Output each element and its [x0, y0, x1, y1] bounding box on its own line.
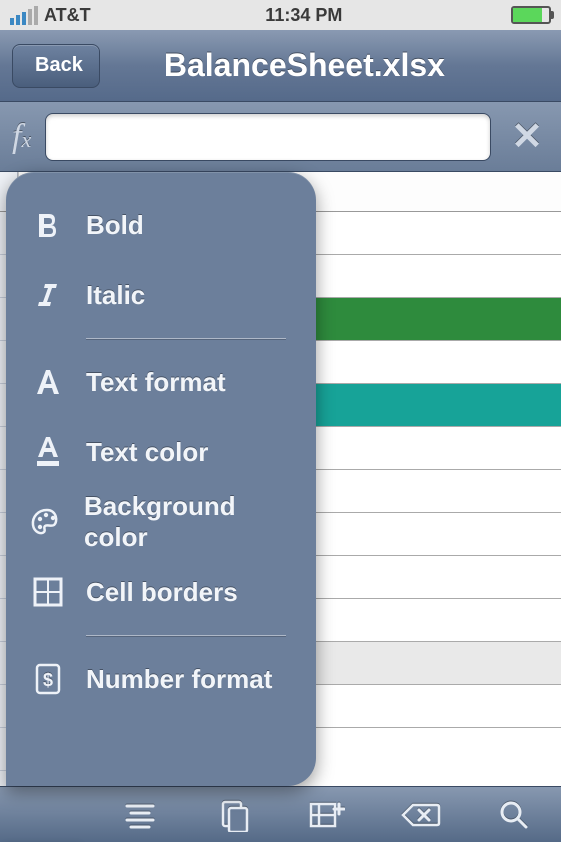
menu-item-label: Cell borders — [86, 577, 238, 608]
menu-item-label: Background color — [84, 491, 292, 553]
bold-icon — [30, 207, 66, 243]
align-button[interactable] — [116, 795, 164, 835]
clock-label: 11:34 PM — [265, 5, 342, 26]
menu-separator — [86, 338, 286, 339]
formula-input[interactable] — [45, 113, 491, 161]
menu-item-text-format[interactable]: Text format — [30, 347, 292, 417]
menu-item-label: Text color — [86, 437, 208, 468]
menu-item-label: Number format — [86, 664, 272, 695]
fx-icon[interactable]: fx — [12, 118, 31, 156]
back-button-label: Back — [35, 54, 83, 77]
clear-formula-button[interactable]: ✕ — [505, 114, 549, 159]
search-icon — [498, 799, 530, 831]
palette-icon — [30, 504, 64, 540]
menu-item-cell-borders[interactable]: Cell borders — [30, 557, 292, 627]
menu-item-bold[interactable]: Bold — [30, 190, 292, 260]
borders-icon — [30, 574, 66, 610]
status-left: AT&T — [10, 5, 97, 26]
nav-header: Back BalanceSheet.xlsx — [0, 30, 561, 102]
clipboard-icon — [219, 798, 249, 832]
delete-button[interactable] — [397, 795, 445, 835]
format-popover: Bold Italic Text format Text color Backgroun… — [6, 172, 316, 786]
back-button[interactable]: Back — [12, 44, 100, 88]
text-format-icon — [30, 364, 66, 400]
insert-button[interactable] — [303, 795, 351, 835]
menu-item-label: Italic — [86, 280, 145, 311]
delete-tag-icon — [401, 801, 441, 829]
formula-bar: fx ✕ — [0, 102, 561, 172]
clipboard-button[interactable] — [210, 795, 258, 835]
carrier-label: AT&T — [44, 5, 91, 26]
signal-icon — [10, 6, 38, 25]
page-title: BalanceSheet.xlsx — [60, 47, 549, 84]
align-icon — [123, 801, 157, 829]
menu-item-label: Bold — [86, 210, 144, 241]
text-color-icon — [30, 434, 66, 470]
search-button[interactable] — [490, 795, 538, 835]
number-format-icon: $ — [30, 661, 66, 697]
battery-icon — [511, 6, 551, 24]
menu-item-label: Text format — [86, 367, 226, 398]
svg-text:$: $ — [43, 670, 53, 690]
menu-separator — [86, 635, 286, 636]
menu-item-number-format[interactable]: $ Number format — [30, 644, 292, 714]
italic-icon — [30, 277, 66, 313]
bottom-toolbar — [0, 786, 561, 842]
menu-item-background-color[interactable]: Background color — [30, 487, 292, 557]
insert-cell-icon — [309, 800, 345, 830]
menu-item-text-color[interactable]: Text color — [30, 417, 292, 487]
menu-item-italic[interactable]: Italic — [30, 260, 292, 330]
status-bar: AT&T 11:34 PM — [0, 0, 561, 30]
